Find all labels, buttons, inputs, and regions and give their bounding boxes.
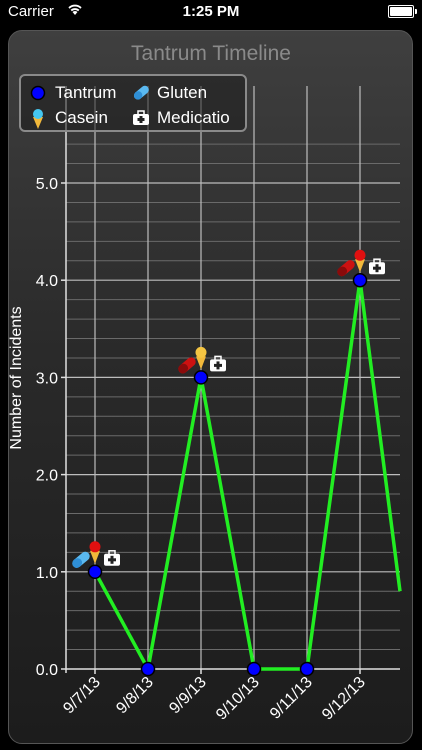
legend: Tantrum Gluten Casein Medicatio — [19, 74, 247, 132]
legend-label-gluten: Gluten — [157, 83, 208, 102]
legend-label-medication: Medicatio — [157, 108, 230, 127]
x-tick-label: 9/10/13 — [213, 674, 263, 724]
capsule-icon — [337, 260, 355, 277]
y-axis-label: Number of Incidents — [8, 306, 25, 450]
y-tick-label: 2.0 — [36, 468, 58, 485]
ice-cream-icon — [355, 259, 365, 273]
x-tick-label: 9/9/13 — [166, 674, 210, 718]
capsule-icon — [133, 85, 149, 100]
y-tick-label: 3.0 — [36, 370, 58, 387]
medical-kit-cross-h — [214, 363, 222, 367]
x-tick-label: 9/12/13 — [319, 674, 369, 724]
capsule-icon — [178, 357, 196, 374]
ice-cream-icon — [196, 356, 206, 370]
legend-label-casein: Casein — [55, 108, 108, 127]
medical-kit-cross-h — [108, 558, 116, 562]
y-tick-label: 4.0 — [36, 273, 58, 290]
data-point-tantrum — [299, 661, 315, 677]
blue-dot-icon — [30, 85, 46, 101]
x-tick-label: 9/7/13 — [60, 674, 104, 718]
data-point-tantrum — [87, 564, 103, 580]
legend-label-tantrum: Tantrum — [55, 83, 117, 102]
medical-kit-icon — [133, 110, 149, 125]
x-tick-label: 9/8/13 — [113, 674, 157, 718]
ice-cream-scoop — [354, 249, 366, 261]
x-tick-label: 9/11/13 — [267, 674, 316, 723]
ice-cream-icon — [90, 550, 100, 564]
medical-kit-cross-h — [373, 266, 381, 270]
data-point-tantrum — [246, 661, 262, 677]
capsule-icon — [72, 551, 90, 568]
data-point-tantrum — [352, 272, 368, 288]
ice-cream-scoop — [195, 346, 207, 358]
y-tick-label: 0.0 — [36, 662, 58, 679]
data-point-tantrum — [140, 661, 156, 677]
ice-cream-scoop — [89, 541, 101, 553]
y-tick-label: 5.0 — [36, 176, 58, 193]
y-tick-label: 1.0 — [36, 565, 58, 582]
data-point-tantrum — [193, 370, 209, 385]
ice-cream-icon — [33, 109, 43, 129]
